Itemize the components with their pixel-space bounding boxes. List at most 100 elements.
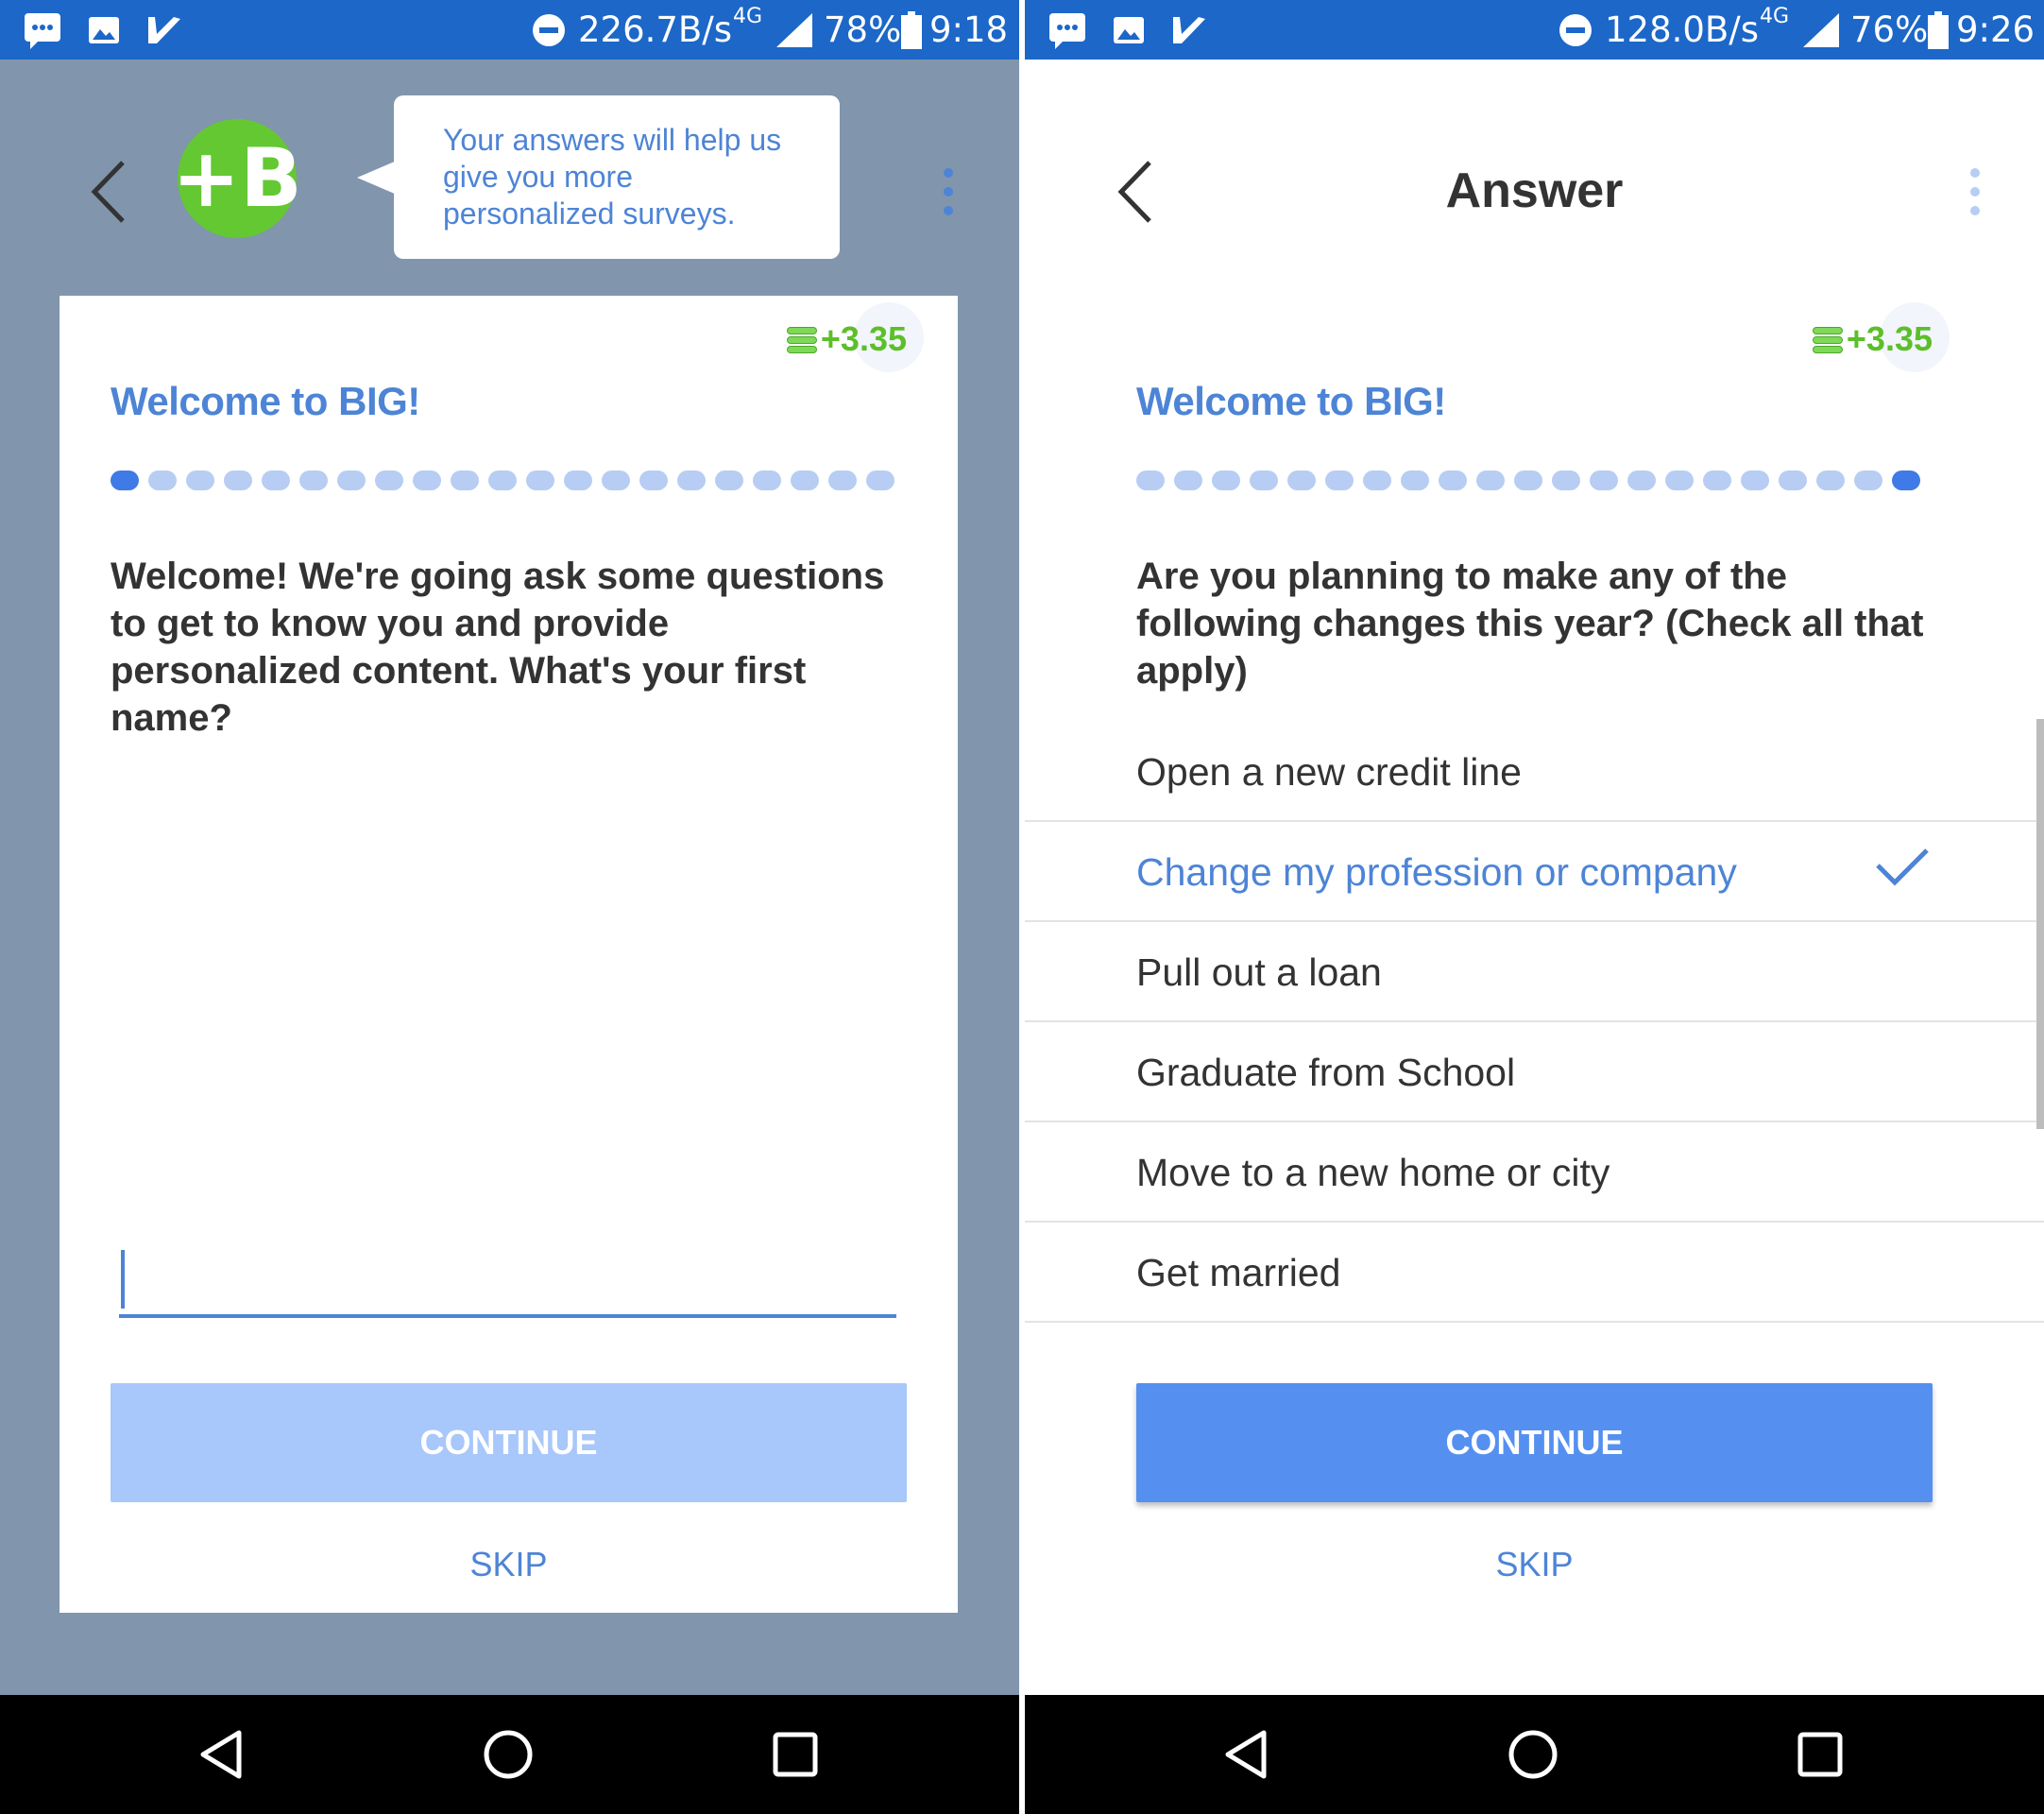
progress-dot (488, 471, 517, 490)
battery-percent: 76% (1850, 9, 1929, 50)
progress-dot (564, 471, 592, 490)
continue-button[interactable]: CONTINUE (1136, 1383, 1933, 1502)
progress-dot (111, 471, 139, 490)
nav-recents-icon (1797, 1732, 1843, 1777)
network-speed: 226.7B/s (578, 9, 733, 50)
progress-dot (1665, 471, 1694, 490)
nav-bar (0, 1695, 1019, 1814)
progress-dot (1741, 471, 1769, 490)
question-text: Are you planning to make any of the foll… (1136, 556, 1924, 692)
option-label: Open a new credit line (1136, 750, 1522, 794)
battery-icon (1928, 0, 1949, 60)
progress-dot (1363, 471, 1391, 490)
progress-dot (413, 471, 441, 490)
option-row[interactable]: Pull out a loan (1025, 922, 2044, 1022)
option-row[interactable]: Move to a new home or city (1025, 1122, 2044, 1223)
progress-dot (1174, 471, 1202, 490)
option-row[interactable]: Change my profession or company (1025, 822, 2044, 922)
progress-dot (1854, 471, 1882, 490)
reward-badge: +3.35 (786, 302, 924, 372)
page-title: Answer (1445, 163, 1624, 218)
network-type: 4G (733, 5, 763, 28)
options-list: Open a new credit line Change my professi… (1025, 722, 2044, 1323)
nav-home-button[interactable] (1476, 1695, 1590, 1814)
progress-dot (262, 471, 290, 490)
welcome-title: Welcome to BIG! (111, 379, 420, 423)
nav-recents-icon (773, 1732, 818, 1777)
back-icon (91, 161, 125, 223)
progress-dot (148, 471, 177, 490)
dnd-icon (1558, 0, 1593, 60)
progress-dot (1439, 471, 1467, 490)
progress-dot (602, 471, 630, 490)
progress-dot (1212, 471, 1240, 490)
progress-dot (526, 471, 554, 490)
option-row[interactable]: Open a new credit line (1025, 722, 2044, 822)
continue-button[interactable]: CONTINUE (111, 1383, 907, 1502)
progress-dot (828, 471, 857, 490)
right-screen: 128.0B/s 4G 76% 9:26 Answer +3.35 Welcom… (1025, 0, 2044, 1814)
progress-dot (224, 471, 252, 490)
progress-dot (1627, 471, 1656, 490)
checkmark-app-icon (145, 0, 183, 60)
option-label: Change my profession or company (1136, 850, 1737, 894)
welcome-title: Welcome to BIG! (1136, 379, 1446, 423)
tip-bubble: Your answers will help us give you more … (394, 95, 840, 259)
progress-dot (1325, 471, 1354, 490)
nav-home-button[interactable] (451, 1695, 565, 1814)
message-icon (23, 0, 62, 60)
reward-amount: +3.35 (1846, 319, 1933, 358)
nav-bar (1025, 1695, 2044, 1814)
nav-back-button[interactable] (1190, 1695, 1303, 1814)
nav-back-button[interactable] (165, 1695, 279, 1814)
progress-dot (186, 471, 214, 490)
signal-icon (775, 0, 814, 60)
scrollbar[interactable] (2036, 719, 2044, 1129)
survey-card: +3.35 Welcome to BIG! Welcome! We're goi… (60, 296, 958, 1613)
checkmark-app-icon (1170, 0, 1208, 60)
clock: 9:26 (1956, 9, 2035, 50)
option-row[interactable]: Graduate from School (1025, 1022, 2044, 1122)
nav-back-icon (1225, 1730, 1267, 1779)
option-label: Graduate from School (1136, 1051, 1516, 1094)
first-name-input[interactable] (119, 1241, 896, 1318)
image-icon (87, 0, 121, 60)
progress-dot (677, 471, 706, 490)
coin-stack-icon (1812, 325, 1843, 353)
battery-icon (901, 0, 922, 60)
progress-dot (1136, 471, 1165, 490)
battery-percent: 78% (824, 9, 902, 50)
network-type: 4G (1760, 5, 1790, 28)
network-speed: 128.0B/s (1605, 9, 1760, 50)
more-button[interactable] (939, 168, 958, 215)
message-icon (1048, 0, 1087, 60)
coin-stack-icon (786, 325, 817, 353)
reward-badge: +3.35 (1812, 302, 1950, 372)
progress-dot (1816, 471, 1845, 490)
progress-dots (1136, 471, 1930, 490)
nav-home-icon (484, 1730, 533, 1779)
more-button[interactable] (1966, 168, 1984, 215)
back-button[interactable] (85, 156, 132, 228)
progress-dot (1476, 471, 1505, 490)
progress-dot (866, 471, 894, 490)
reward-amount: +3.35 (820, 319, 907, 358)
option-row[interactable]: Get married (1025, 1223, 2044, 1323)
bubble-tail (357, 161, 397, 195)
left-screen: 226.7B/s 4G 78% 9:18 +B Your answers wil… (0, 0, 1019, 1814)
option-label: Pull out a loan (1136, 950, 1382, 994)
progress-dot (1590, 471, 1618, 490)
big-logo: +B (172, 119, 302, 238)
image-icon (1112, 0, 1146, 60)
skip-link[interactable]: SKIP (111, 1545, 907, 1584)
progress-dot (715, 471, 743, 490)
progress-dot (1287, 471, 1316, 490)
progress-dot (299, 471, 328, 490)
progress-dot (1703, 471, 1731, 490)
progress-dot (1779, 471, 1807, 490)
nav-recents-button[interactable] (1763, 1695, 1877, 1814)
nav-recents-button[interactable] (739, 1695, 852, 1814)
skip-link[interactable]: SKIP (1136, 1545, 1933, 1584)
progress-dot (1250, 471, 1278, 490)
progress-dot (451, 471, 479, 490)
